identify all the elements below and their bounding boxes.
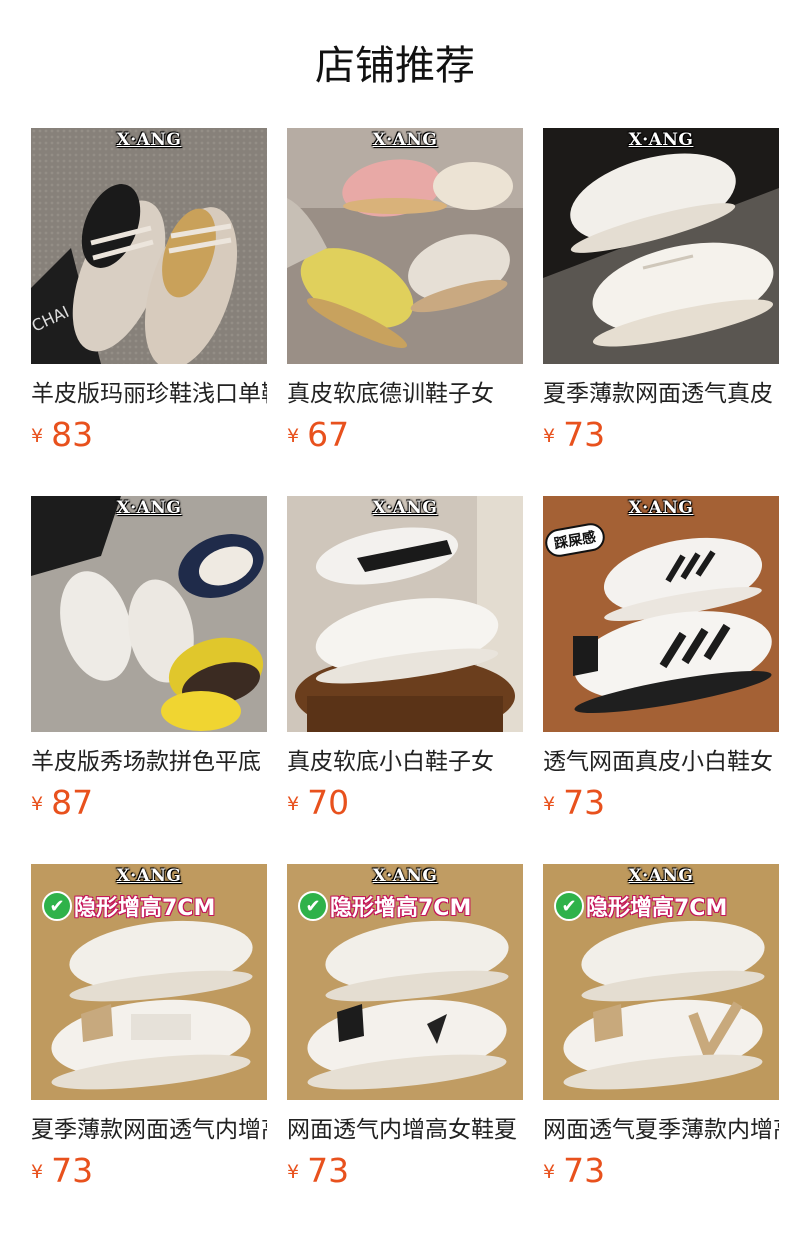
price-value: 83 xyxy=(51,415,94,454)
product-name[interactable]: 真皮软底小白鞋子女 xyxy=(287,745,523,779)
promo-badge: ✔ 隐形增高7CM xyxy=(42,890,215,922)
brand-watermark: X·ANG xyxy=(628,130,694,150)
brand-watermark: X·ANG xyxy=(116,130,182,150)
brand-watermark: X·ANG xyxy=(116,866,182,886)
brand-watermark: X·ANG xyxy=(372,866,438,886)
currency-symbol: ¥ xyxy=(543,1161,556,1183)
promo-text: 隐形增高7CM xyxy=(586,896,728,921)
promo-badge: ✔ 隐形增高7CM xyxy=(298,890,471,922)
currency-symbol: ¥ xyxy=(287,793,300,815)
price-value: 73 xyxy=(307,1151,350,1190)
product-card[interactable]: X·ANG 夏季薄款网面透气真皮 ¥73 xyxy=(543,128,779,496)
product-card[interactable]: X·ANG 真皮软底小白鞋子女 ¥70 xyxy=(287,496,523,864)
brand-watermark: X·ANG xyxy=(628,498,694,518)
currency-symbol: ¥ xyxy=(31,793,44,815)
brand-watermark: X·ANG xyxy=(372,498,438,518)
currency-symbol: ¥ xyxy=(543,793,556,815)
product-name[interactable]: 夏季薄款网面透气内增高 xyxy=(31,1113,267,1147)
price-value: 67 xyxy=(307,415,350,454)
product-price: ¥73 xyxy=(543,783,779,823)
product-image[interactable]: X·ANG xyxy=(287,128,523,364)
product-image[interactable]: X·ANG 踩屎感 xyxy=(543,496,779,732)
promo-text: 隐形增高7CM xyxy=(74,896,216,921)
product-name[interactable]: 网面透气内增高女鞋夏 xyxy=(287,1113,523,1147)
product-name[interactable]: 羊皮版玛丽珍鞋浅口单鞋 xyxy=(31,377,267,411)
product-name[interactable]: 透气网面真皮小白鞋女 xyxy=(543,745,779,779)
product-card[interactable]: X·ANG ✔ 隐形增高7CM 网面透气内增高女鞋夏 ¥73 xyxy=(287,864,523,1232)
product-price: ¥73 xyxy=(543,415,779,455)
product-card[interactable]: X·ANG 真皮软底德训鞋子女 ¥67 xyxy=(287,128,523,496)
currency-symbol: ¥ xyxy=(543,425,556,447)
page-title: 店铺推荐 xyxy=(315,43,475,89)
product-name[interactable]: 夏季薄款网面透气真皮 xyxy=(543,377,779,411)
product-price: ¥83 xyxy=(31,415,267,455)
product-price: ¥73 xyxy=(287,1151,523,1191)
product-name[interactable]: 网面透气夏季薄款内增高 xyxy=(543,1113,779,1147)
product-price: ¥70 xyxy=(287,783,523,823)
product-price: ¥87 xyxy=(31,783,267,823)
product-image[interactable]: CHAI X·ANG xyxy=(31,128,267,364)
product-image[interactable]: X·ANG xyxy=(543,128,779,364)
currency-symbol: ¥ xyxy=(31,425,44,447)
price-value: 73 xyxy=(563,1151,606,1190)
product-card[interactable]: X·ANG 踩屎感 透气网面真皮小白鞋女 ¥73 xyxy=(543,496,779,864)
price-value: 87 xyxy=(51,783,94,822)
check-icon: ✔ xyxy=(554,891,584,921)
product-name[interactable]: 真皮软底德训鞋子女 xyxy=(287,377,523,411)
product-card[interactable]: X·ANG 羊皮版秀场款拼色平底 ¥87 xyxy=(31,496,267,864)
price-value: 73 xyxy=(563,415,606,454)
product-name[interactable]: 羊皮版秀场款拼色平底 xyxy=(31,745,267,779)
product-price: ¥67 xyxy=(287,415,523,455)
price-value: 73 xyxy=(563,783,606,822)
brand-watermark: X·ANG xyxy=(372,130,438,150)
product-card[interactable]: X·ANG ✔ 隐形增高7CM 网面透气夏季薄款内增高 ¥73 xyxy=(543,864,779,1232)
currency-symbol: ¥ xyxy=(287,425,300,447)
product-image[interactable]: X·ANG ✔ 隐形增高7CM xyxy=(543,864,779,1100)
check-icon: ✔ xyxy=(298,891,328,921)
currency-symbol: ¥ xyxy=(287,1161,300,1183)
product-card[interactable]: X·ANG ✔ 隐形增高7CM 夏季薄款网面透气内增高 ¥73 xyxy=(31,864,267,1232)
product-image[interactable]: X·ANG ✔ 隐形增高7CM xyxy=(31,864,267,1100)
product-image[interactable]: X·ANG xyxy=(287,496,523,732)
product-image[interactable]: X·ANG ✔ 隐形增高7CM xyxy=(287,864,523,1100)
currency-symbol: ¥ xyxy=(31,1161,44,1183)
brand-watermark: X·ANG xyxy=(116,498,182,518)
product-grid: CHAI X·ANG 羊皮版玛丽珍鞋浅口单鞋 ¥83 X·ANG 真皮软底德训鞋… xyxy=(31,128,779,1232)
promo-badge: ✔ 隐形增高7CM xyxy=(554,890,727,922)
price-value: 73 xyxy=(51,1151,94,1190)
product-price: ¥73 xyxy=(31,1151,267,1191)
product-price: ¥73 xyxy=(543,1151,779,1191)
product-image[interactable]: X·ANG xyxy=(31,496,267,732)
promo-text: 隐形增高7CM xyxy=(330,896,472,921)
product-card[interactable]: CHAI X·ANG 羊皮版玛丽珍鞋浅口单鞋 ¥83 xyxy=(31,128,267,496)
check-icon: ✔ xyxy=(42,891,72,921)
price-value: 70 xyxy=(307,783,350,822)
brand-watermark: X·ANG xyxy=(628,866,694,886)
